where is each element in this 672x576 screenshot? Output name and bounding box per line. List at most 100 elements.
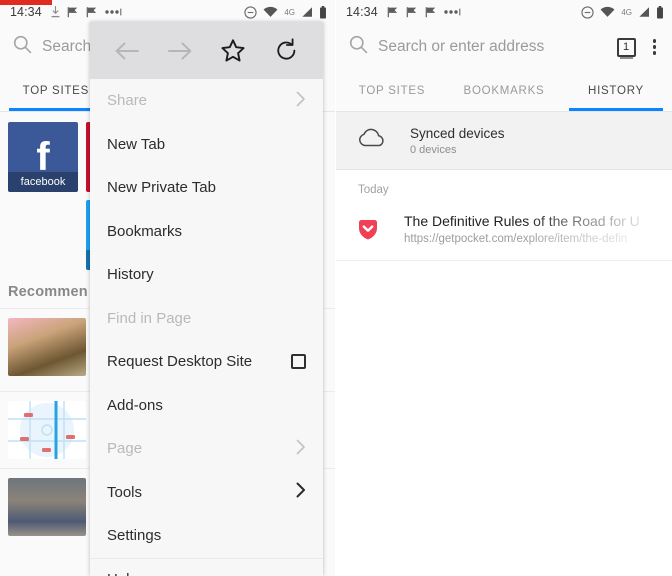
reload-icon (277, 38, 296, 60)
history-content: Synced devices 0 devices Today The Defin… (336, 112, 672, 576)
article-thumbnail (8, 318, 86, 376)
menu-item-new-tab[interactable]: New Tab (90, 123, 323, 167)
battery-icon (657, 5, 663, 18)
flag-icon (425, 7, 435, 18)
tab-label: HISTORY (588, 84, 644, 97)
menu-item-label: New Private Tab (107, 179, 216, 197)
tab-counter-button[interactable]: 1 (616, 37, 636, 59)
menu-item-find-in-page[interactable]: Find in Page (90, 297, 323, 341)
battery-icon (320, 5, 326, 18)
flag-icon (387, 7, 397, 18)
kebab-dot (652, 45, 656, 49)
reload-button[interactable] (266, 31, 306, 71)
history-item-title: The Definitive Rules of the Road for U (404, 213, 640, 229)
tab-label: BOOKMARKS (463, 84, 545, 97)
chevron-right-icon (296, 439, 306, 459)
network-type-label: 4G (284, 7, 295, 17)
synced-devices-subtitle: 0 devices (410, 143, 457, 156)
search-icon (13, 35, 32, 59)
signal-icon (302, 7, 312, 17)
menu-item-label: Help (107, 571, 306, 576)
screenshot-root: 14:34 4G Search or enter address (0, 0, 672, 576)
synced-devices-row[interactable]: Synced devices 0 devices (336, 112, 672, 170)
tab-strip-right: TOP SITES BOOKMARKS HISTORY (336, 70, 672, 112)
more-dots-icon (105, 8, 122, 16)
menu-item-label: Bookmarks (107, 222, 183, 240)
menu-item-page[interactable]: Page (90, 427, 323, 471)
overflow-menu-button[interactable] (649, 36, 661, 58)
signal-icon (639, 7, 649, 17)
flag-icon (67, 7, 77, 18)
status-right-icons: 4G (581, 5, 664, 19)
more-dots-icon (444, 8, 461, 16)
tab-bookmarks[interactable]: BOOKMARKS (448, 70, 560, 111)
synced-devices-title: Synced devices (410, 126, 505, 142)
menu-item-label: Request Desktop Site (107, 353, 253, 371)
tab-history[interactable]: HISTORY (560, 70, 672, 111)
chevron-right-icon (296, 482, 306, 502)
pocket-icon (358, 219, 378, 240)
wifi-icon (263, 6, 278, 17)
menu-item-label: Page (107, 440, 143, 458)
history-day-label: Today (358, 184, 389, 196)
menu-nav-row (90, 22, 323, 79)
flag-icon (406, 7, 416, 18)
menu-item-help[interactable]: Help (90, 557, 323, 576)
menu-item-label: Settings (107, 527, 162, 545)
status-bar-right: 14:34 4G (336, 0, 672, 24)
right-phone-panel: 14:34 4G Search or enter address 1 TOP S… (336, 0, 672, 576)
kebab-dot (652, 39, 656, 43)
tab-label: TOP SITES (358, 84, 426, 97)
kebab-dot (652, 51, 656, 55)
url-bar-right[interactable]: Search or enter address 1 (336, 24, 672, 70)
back-button[interactable] (107, 31, 147, 71)
forward-icon (167, 42, 192, 59)
flag-icon (86, 7, 96, 18)
status-right-icons: 4G (244, 5, 327, 19)
status-time: 14:34 (346, 5, 378, 19)
screen-recording-indicator (0, 0, 52, 5)
menu-item-new-private-tab[interactable]: New Private Tab (90, 166, 323, 210)
bookmark-star-icon (221, 38, 245, 62)
tile-label: facebook (8, 172, 78, 192)
download-icon (51, 6, 60, 18)
request-desktop-site-checkbox[interactable] (291, 354, 306, 370)
menu-item-request-desktop-site[interactable]: Request Desktop Site (90, 340, 323, 384)
article-thumbnail (8, 477, 86, 536)
tab-label: TOP SITES (22, 84, 90, 97)
menu-item-tools[interactable]: Tools (90, 471, 323, 515)
do-not-disturb-icon (581, 5, 594, 19)
network-type-label: 4G (621, 7, 632, 17)
history-list-item[interactable]: The Definitive Rules of the Road for U h… (336, 202, 672, 261)
back-icon (115, 42, 139, 59)
search-icon (349, 35, 368, 59)
menu-item-label: New Tab (107, 135, 166, 153)
bookmark-button[interactable] (213, 31, 253, 71)
forward-button[interactable] (160, 31, 200, 71)
menu-item-label: Share (107, 92, 148, 110)
article-thumbnail (8, 400, 86, 459)
menu-item-label: History (107, 266, 154, 284)
menu-item-label: Tools (107, 483, 143, 501)
menu-item-share[interactable]: Share (90, 79, 323, 123)
menu-item-bookmarks[interactable]: Bookmarks (90, 210, 323, 254)
tab-top-sites[interactable]: TOP SITES (336, 70, 448, 111)
cloud-icon (358, 128, 386, 153)
menu-item-history[interactable]: History (90, 253, 323, 297)
chevron-right-icon (296, 91, 306, 111)
url-input-right[interactable]: Search or enter address (378, 38, 617, 56)
browser-overflow-menu: Share New Tab New Private Tab Bookmarks … (90, 22, 323, 576)
do-not-disturb-icon (244, 5, 257, 19)
menu-item-add-ons[interactable]: Add-ons (90, 384, 323, 428)
facebook-icon: f (36, 135, 50, 179)
status-left-icons (51, 6, 245, 18)
menu-item-label: Add-ons (107, 396, 163, 414)
history-item-url: https://getpocket.com/explore/item/the-d… (404, 233, 628, 246)
tab-count-label: 1 (622, 41, 630, 53)
top-site-tile[interactable]: f facebook (8, 122, 78, 192)
status-left-icons (387, 6, 582, 18)
wifi-icon (600, 6, 615, 17)
menu-item-settings[interactable]: Settings (90, 514, 323, 558)
left-phone-panel: 14:34 4G Search or enter address (0, 0, 336, 576)
status-time: 14:34 (10, 5, 42, 19)
